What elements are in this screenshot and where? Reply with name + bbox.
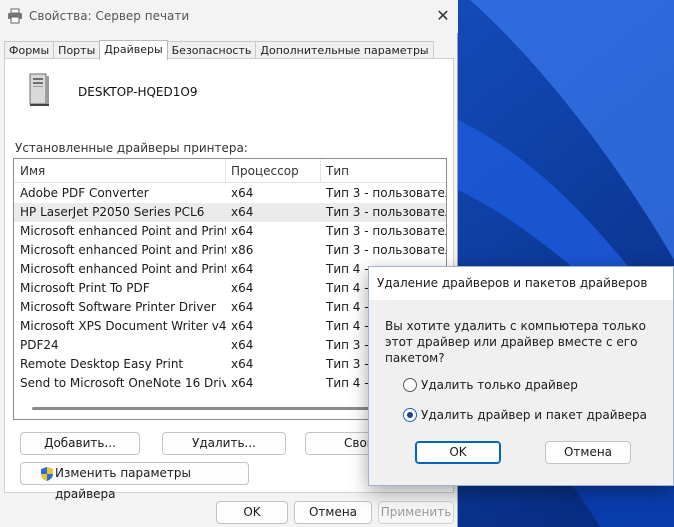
tab-drivers[interactable]: Драйверы [99,40,168,60]
table-row[interactable]: Adobe PDF Converter x64 Тип 3 - пользовате… [14,184,446,203]
printer-icon [8,8,22,24]
ok-button[interactable]: OK [216,501,288,524]
window-title: Свойства: Сервер печати [29,9,190,23]
tab-strip: Формы Порты Драйверы Безопасность Дополн… [4,40,434,60]
table-row-selected[interactable]: HP LaserJet P2050 Series PCL6 x64 Тип 3 - … [14,203,446,222]
title-bar: Свойства: Сервер печати ✕ [0,0,458,33]
computer-name: DESKTOP-HQED1O9 [78,85,198,99]
driver-name: Microsoft XPS Document Writer v4 [20,319,226,333]
column-header-processor[interactable]: Процессор [225,159,320,183]
dialog-title-bar: Удаление драйверов и пакетов драйверов [369,267,673,300]
driver-processor: x64 [231,186,254,200]
dialog-title: Удаление драйверов и пакетов драйверов [377,276,648,290]
driver-name: Microsoft enhanced Point and Print ... [20,262,226,276]
driver-name: Remote Desktop Easy Print [20,357,184,371]
tab-forms[interactable]: Формы [4,41,55,59]
column-header-name[interactable]: Имя [14,159,226,183]
remove-button[interactable]: Удалить... [162,432,286,455]
add-button[interactable]: Добавить... [20,432,140,455]
driver-name: Microsoft enhanced Point and Print ... [20,243,226,257]
tab-security[interactable]: Безопасность [166,41,257,59]
apply-button[interactable]: Применить [378,501,454,524]
driver-name: Microsoft Print To PDF [20,281,150,295]
table-row[interactable]: Microsoft enhanced Point and Print ... x8… [14,241,446,260]
tab-ports[interactable]: Порты [53,41,101,59]
driver-processor: x64 [231,357,254,371]
change-driver-settings-button[interactable]: Изменить параметры драйвера [20,462,249,501]
radio-label: Удалить только драйвер [421,378,578,392]
driver-type: Тип 3 - пользователь [326,186,447,200]
driver-type: Тип 3 - пользователь [326,243,447,257]
dialog-question: Вы хотите удалить с компьютера только эт… [385,319,646,365]
table-row[interactable]: Microsoft enhanced Point and Print ... x6… [14,222,446,241]
radio-label: Удалить драйвер и пакет драйвера [421,408,648,422]
column-header-type[interactable]: Тип [320,159,446,183]
uac-shield-icon [41,467,53,481]
radio-button[interactable] [403,378,417,392]
driver-name: PDF24 [20,338,59,352]
tab-advanced[interactable]: Дополнительные параметры [255,41,434,59]
driver-processor: x64 [231,338,254,352]
driver-name: Adobe PDF Converter [20,186,149,200]
driver-type: Тип 3 - пользователь [326,205,447,219]
driver-name: Microsoft enhanced Point and Print ... [20,224,226,238]
driver-name: Microsoft Software Printer Driver [20,300,216,314]
driver-processor: x64 [231,376,254,390]
driver-processor: x64 [231,281,254,295]
driver-processor: x64 [231,224,254,238]
computer-tower-icon [29,73,49,106]
dialog-ok-button[interactable]: OK [415,441,501,464]
close-button[interactable]: ✕ [432,6,454,26]
driver-processor: x64 [231,319,254,333]
list-header: Имя Процессор Тип [14,159,446,183]
driver-processor: x86 [231,243,254,257]
driver-processor: x64 [231,205,254,219]
driver-name: Send to Microsoft OneNote 16 Driver [20,376,226,390]
remove-driver-dialog: Удаление драйверов и пакетов драйверов В… [368,266,674,486]
change-driver-settings-label: Изменить параметры драйвера [55,466,192,501]
installed-drivers-label: Установленные драйверы принтера: [15,141,248,155]
driver-type: Тип 3 - пользователь [326,224,447,238]
cancel-button[interactable]: Отмена [294,501,372,524]
driver-name: HP LaserJet P2050 Series PCL6 [20,205,205,219]
driver-processor: x64 [231,262,254,276]
driver-processor: x64 [231,300,254,314]
radio-button-selected[interactable] [403,408,417,422]
dialog-cancel-button[interactable]: Отмена [545,441,631,464]
